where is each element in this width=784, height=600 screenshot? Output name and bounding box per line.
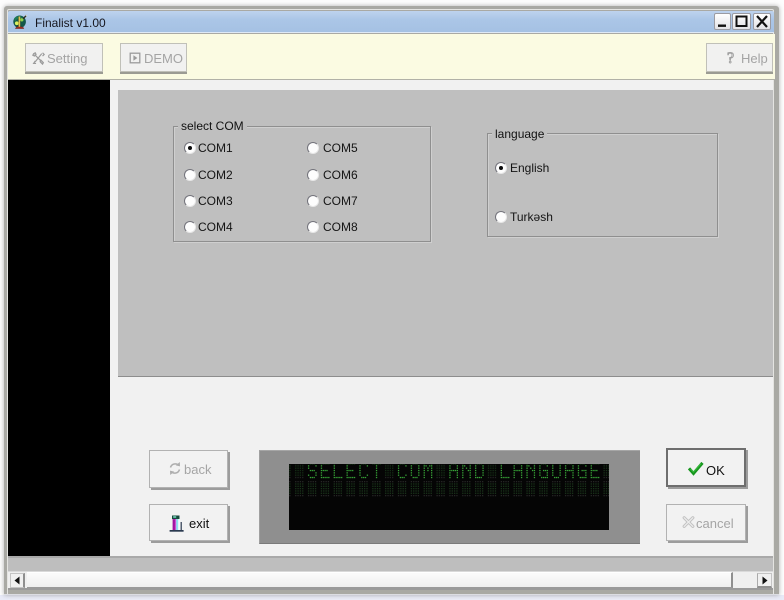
svg-text:?: ? (727, 50, 734, 66)
